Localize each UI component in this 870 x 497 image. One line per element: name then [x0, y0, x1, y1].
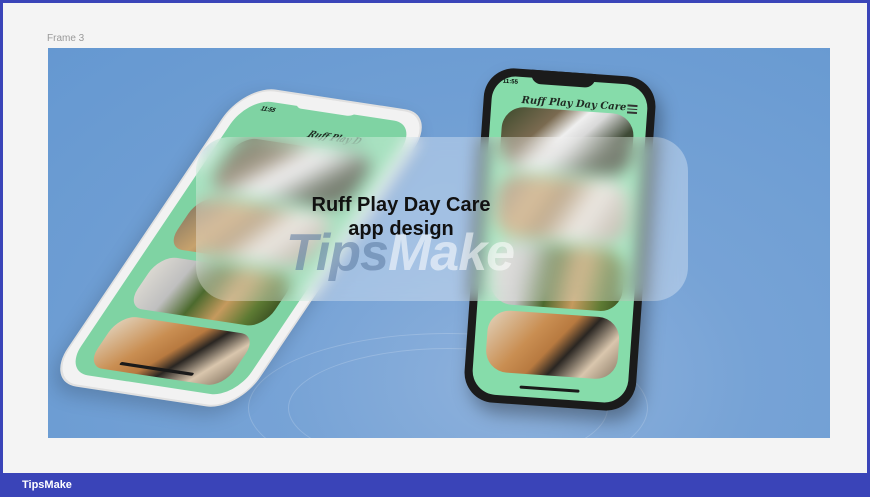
- home-indicator: [519, 385, 580, 393]
- footer-bar: TipsMake: [0, 473, 870, 497]
- design-frame[interactable]: 11:55 Ruff Play D 11:55 Ruff Play Day Ca…: [48, 48, 830, 438]
- left-border: [0, 0, 3, 497]
- watermark-part1: Tips: [286, 224, 389, 282]
- watermark: TipsMake: [286, 223, 515, 283]
- frame-label[interactable]: Frame 3: [47, 33, 84, 44]
- status-time: 11:55: [502, 78, 519, 86]
- card-title-line1: Ruff Play Day Care: [311, 194, 491, 216]
- hamburger-menu-icon: [626, 104, 638, 115]
- footer-brand: TipsMake: [22, 479, 72, 491]
- top-border: [0, 0, 870, 3]
- dog-photo: [484, 309, 621, 381]
- dog-photo: [85, 314, 258, 388]
- status-time: 11:55: [258, 106, 277, 115]
- watermark-part2: Make: [387, 224, 515, 282]
